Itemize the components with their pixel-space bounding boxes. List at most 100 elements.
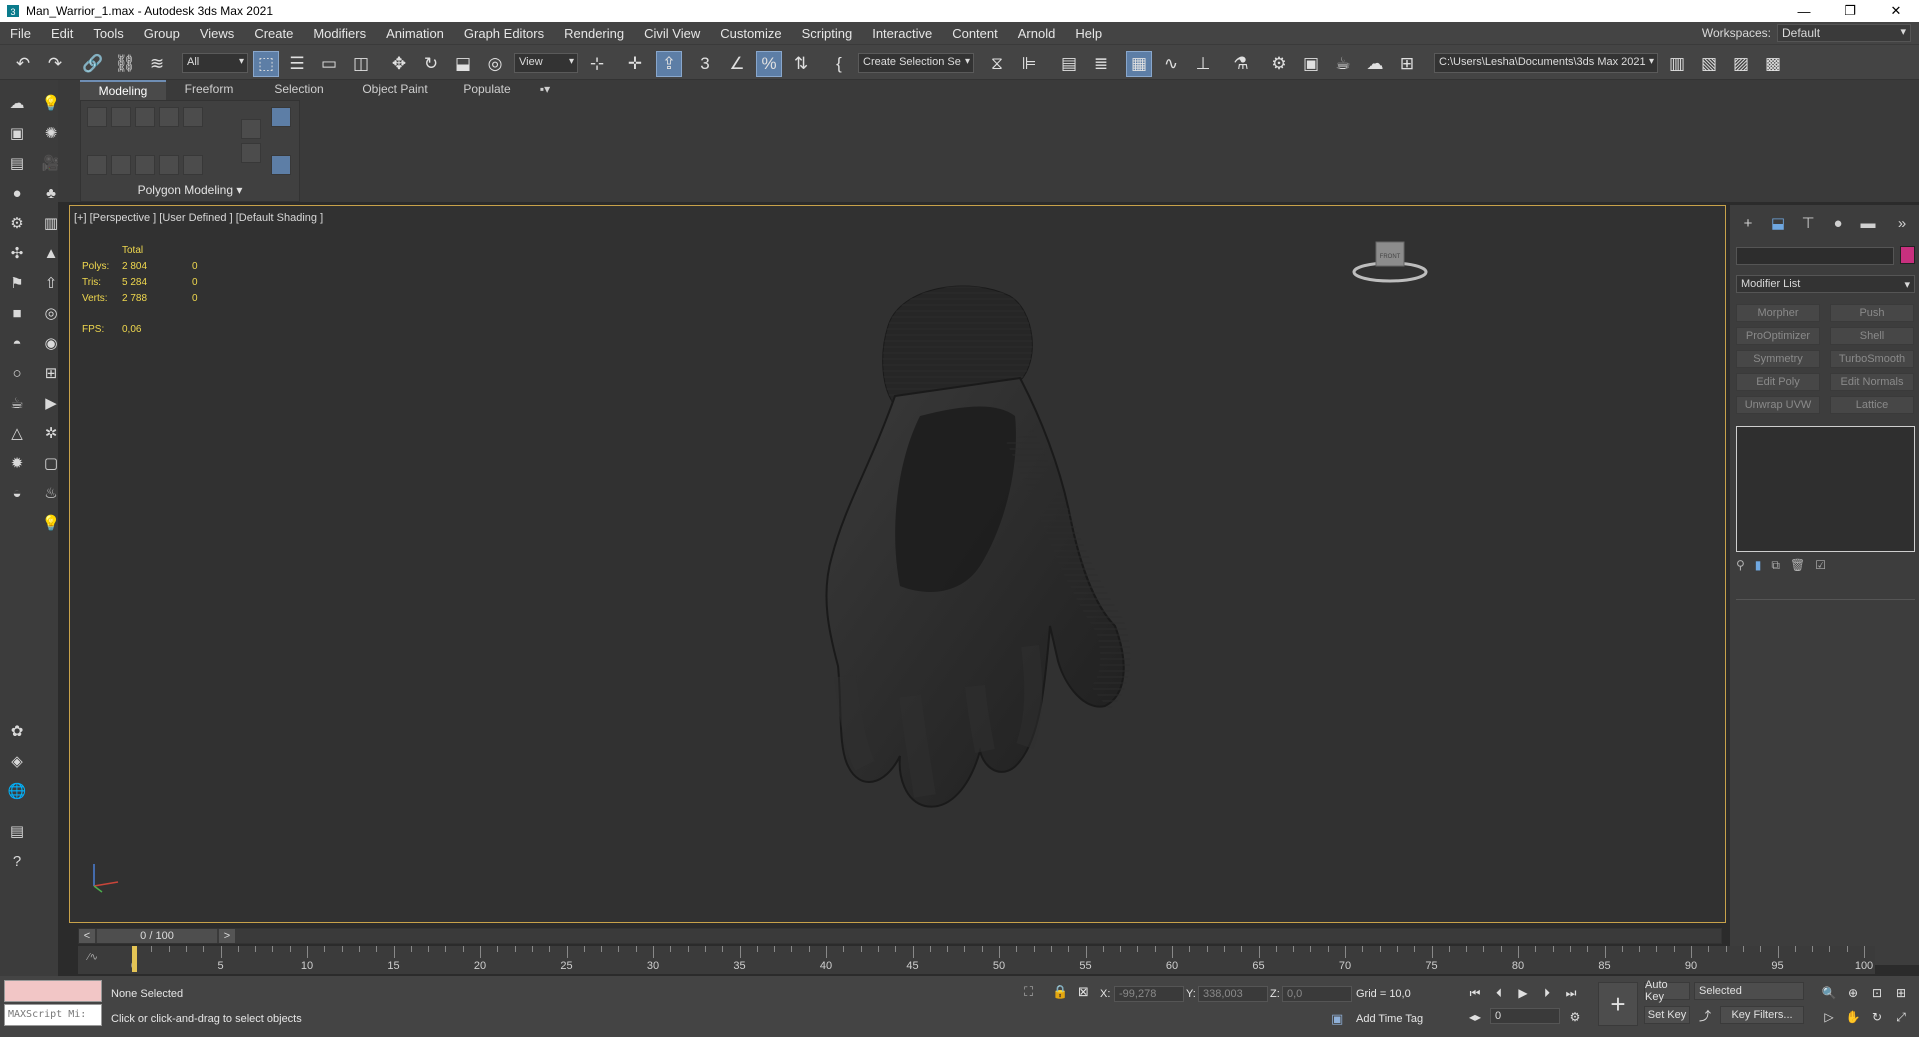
window-crossing-icon[interactable]: ◫ [348, 51, 374, 77]
auto-key-button[interactable]: Auto Key [1644, 979, 1690, 1003]
tab-freeform[interactable]: Freeform [166, 80, 252, 100]
collapse-stack-icon[interactable] [135, 155, 155, 175]
material-editor-icon[interactable]: ⚗ [1228, 51, 1254, 77]
bind-spacewarp-icon[interactable]: ≋ [144, 51, 170, 77]
modifier-edit-poly-button[interactable]: Edit Poly [1736, 373, 1820, 391]
tab-modeling[interactable]: Modeling [80, 80, 166, 100]
named-selection-set-dropdown[interactable]: Create Selection Se [858, 53, 974, 73]
create-icon[interactable]: ☁ [6, 92, 28, 114]
default-in-out-tangents-icon[interactable]: ⤴ [1696, 1006, 1714, 1024]
tab-populate[interactable]: Populate [444, 80, 530, 100]
schematic-view-icon[interactable]: ⊥ [1190, 51, 1216, 77]
time-slider[interactable]: < 0 / 100 > [78, 928, 1722, 944]
modifier-lattice-button[interactable]: Lattice [1830, 396, 1914, 414]
menu-civil-view[interactable]: Civil View [634, 26, 710, 41]
compass-icon[interactable]: ◈ [6, 750, 28, 772]
book-icon[interactable]: ▥ [40, 212, 62, 234]
grid-icon[interactable]: ⊞ [40, 362, 62, 384]
selection-lock-icon[interactable]: 🔒 [1052, 984, 1068, 1000]
to-editpoly-icon[interactable] [241, 119, 261, 139]
rectangle-selection-icon[interactable]: ▭ [316, 51, 342, 77]
soft-selection-icon[interactable] [111, 155, 131, 175]
modifier-prooptimizer-button[interactable]: ProOptimizer [1736, 327, 1820, 345]
modifier-turbosmooth-button[interactable]: TurboSmooth [1830, 350, 1914, 368]
motion-panel-icon[interactable]: ● [1826, 213, 1850, 233]
scene-explorer-icon[interactable]: ▤ [1056, 51, 1082, 77]
tab-selection[interactable]: Selection [252, 80, 346, 100]
menu-customize[interactable]: Customize [710, 26, 791, 41]
teapot-outline-icon[interactable]: ♨ [40, 482, 62, 504]
sphere-icon[interactable]: ◉ [40, 332, 62, 354]
document-icon[interactable]: ▤ [6, 820, 28, 842]
keyboard-shortcut-override-icon[interactable]: ⇪ [656, 51, 682, 77]
maximize-viewport-icon[interactable]: ⤢ [1892, 1008, 1910, 1026]
help-icon[interactable]: ? [6, 850, 28, 872]
set-keys-icon[interactable]: + [1598, 982, 1638, 1026]
menu-scripting[interactable]: Scripting [792, 26, 863, 41]
pyramid-icon[interactable]: △ [6, 422, 28, 444]
palette-icon[interactable]: ✿ [6, 720, 28, 742]
rotate-icon[interactable]: ↻ [418, 51, 444, 77]
menu-help[interactable]: Help [1065, 26, 1112, 41]
modifier-list-dropdown[interactable]: Modifier List [1736, 275, 1915, 293]
menu-arnold[interactable]: Arnold [1008, 26, 1066, 41]
edge-icon[interactable] [111, 107, 131, 127]
pin-stack-icon[interactable]: ⚲ [1736, 558, 1745, 572]
menu-animation[interactable]: Animation [376, 26, 454, 41]
menu-file[interactable]: File [0, 26, 41, 41]
cone-icon[interactable]: ▲ [40, 242, 62, 264]
spinner-snap-icon[interactable]: ⇅ [788, 51, 814, 77]
mirror-icon[interactable]: ⧖ [984, 51, 1010, 77]
go-to-start-icon[interactable]: ⏮ [1466, 984, 1484, 1002]
toggle-ribbon-icon[interactable]: ▦ [1126, 51, 1152, 77]
y-coord-field[interactable]: 338,003 [1198, 986, 1268, 1002]
repeat-last-icon[interactable] [241, 143, 261, 163]
star-icon[interactable]: ✹ [6, 452, 28, 474]
display-panel-icon[interactable]: ▬ [1856, 213, 1880, 233]
glove-model[interactable] [720, 266, 1170, 866]
polygon-icon[interactable] [159, 107, 179, 127]
teapot-icon[interactable]: ☕ [6, 392, 28, 414]
curve-editor-icon[interactable]: ∿ [1158, 51, 1184, 77]
key-filters-button[interactable]: Key Filters... [1720, 1006, 1804, 1024]
a360-gallery-icon[interactable]: ⊞ [1394, 51, 1420, 77]
make-unique-icon[interactable]: ⧉ [1771, 558, 1780, 573]
selection-filter-dropdown[interactable]: All [182, 53, 248, 73]
set-key-button[interactable]: Set Key [1644, 1006, 1690, 1024]
flag-icon[interactable]: ⚑ [6, 272, 28, 294]
project-tools-icon[interactable]: ▩ [1760, 51, 1786, 77]
select-manipulate-icon[interactable]: ✛ [622, 51, 648, 77]
render-in-cloud-icon[interactable]: ☁ [1362, 51, 1388, 77]
quickslice-icon[interactable] [271, 107, 291, 127]
configure-modifier-sets-icon[interactable]: ☑ [1815, 558, 1826, 572]
modify-mode-icon[interactable] [87, 155, 107, 175]
create-panel-icon[interactable]: + [1736, 213, 1760, 233]
modifier-stack-icon[interactable] [271, 155, 291, 175]
menu-content[interactable]: Content [942, 26, 1008, 41]
add-time-tag-button[interactable]: Add Time Tag [1356, 1013, 1423, 1025]
play-box-icon[interactable]: ▶ [40, 392, 62, 414]
track-bar[interactable]: ⁄∿ 0510152025303540455055606570758085909… [78, 946, 1875, 974]
maxscript-mini-listener[interactable]: MAXScript Mi: [4, 1004, 102, 1026]
ring-icon[interactable]: ○ [6, 362, 28, 384]
render-production-icon[interactable]: ☕ [1330, 51, 1356, 77]
layer-explorer-icon[interactable]: ≣ [1088, 51, 1114, 77]
border-icon[interactable] [135, 107, 155, 127]
isolate-selection-icon[interactable]: ⛶ [1024, 984, 1033, 1000]
next-frame-icon[interactable]: ⏵ [1538, 984, 1556, 1002]
time-tag-icon[interactable]: ▣ [1331, 1011, 1343, 1027]
move-icon[interactable]: ✥ [386, 51, 412, 77]
x-coord-field[interactable]: -99,278 [1114, 986, 1184, 1002]
align-icon[interactable]: ⊫ [1016, 51, 1042, 77]
go-to-end-icon[interactable]: ⏭ [1562, 984, 1580, 1002]
modifier-unwrap-uvw-button[interactable]: Unwrap UVW [1736, 396, 1820, 414]
object-name-field[interactable] [1736, 247, 1894, 265]
key-mode-dropdown[interactable]: Selected [1694, 982, 1804, 1000]
scale-icon[interactable]: ⬓ [450, 51, 476, 77]
time-slider-thumb[interactable]: 0 / 100 [97, 929, 217, 943]
bulb-icon[interactable]: ● [6, 182, 28, 204]
redo-icon[interactable]: ↷ [42, 51, 68, 77]
select-by-name-icon[interactable]: ☰ [284, 51, 310, 77]
unlink-icon[interactable]: ⛓ [112, 51, 138, 77]
zoom-extents-icon[interactable]: ⊡ [1868, 984, 1886, 1002]
